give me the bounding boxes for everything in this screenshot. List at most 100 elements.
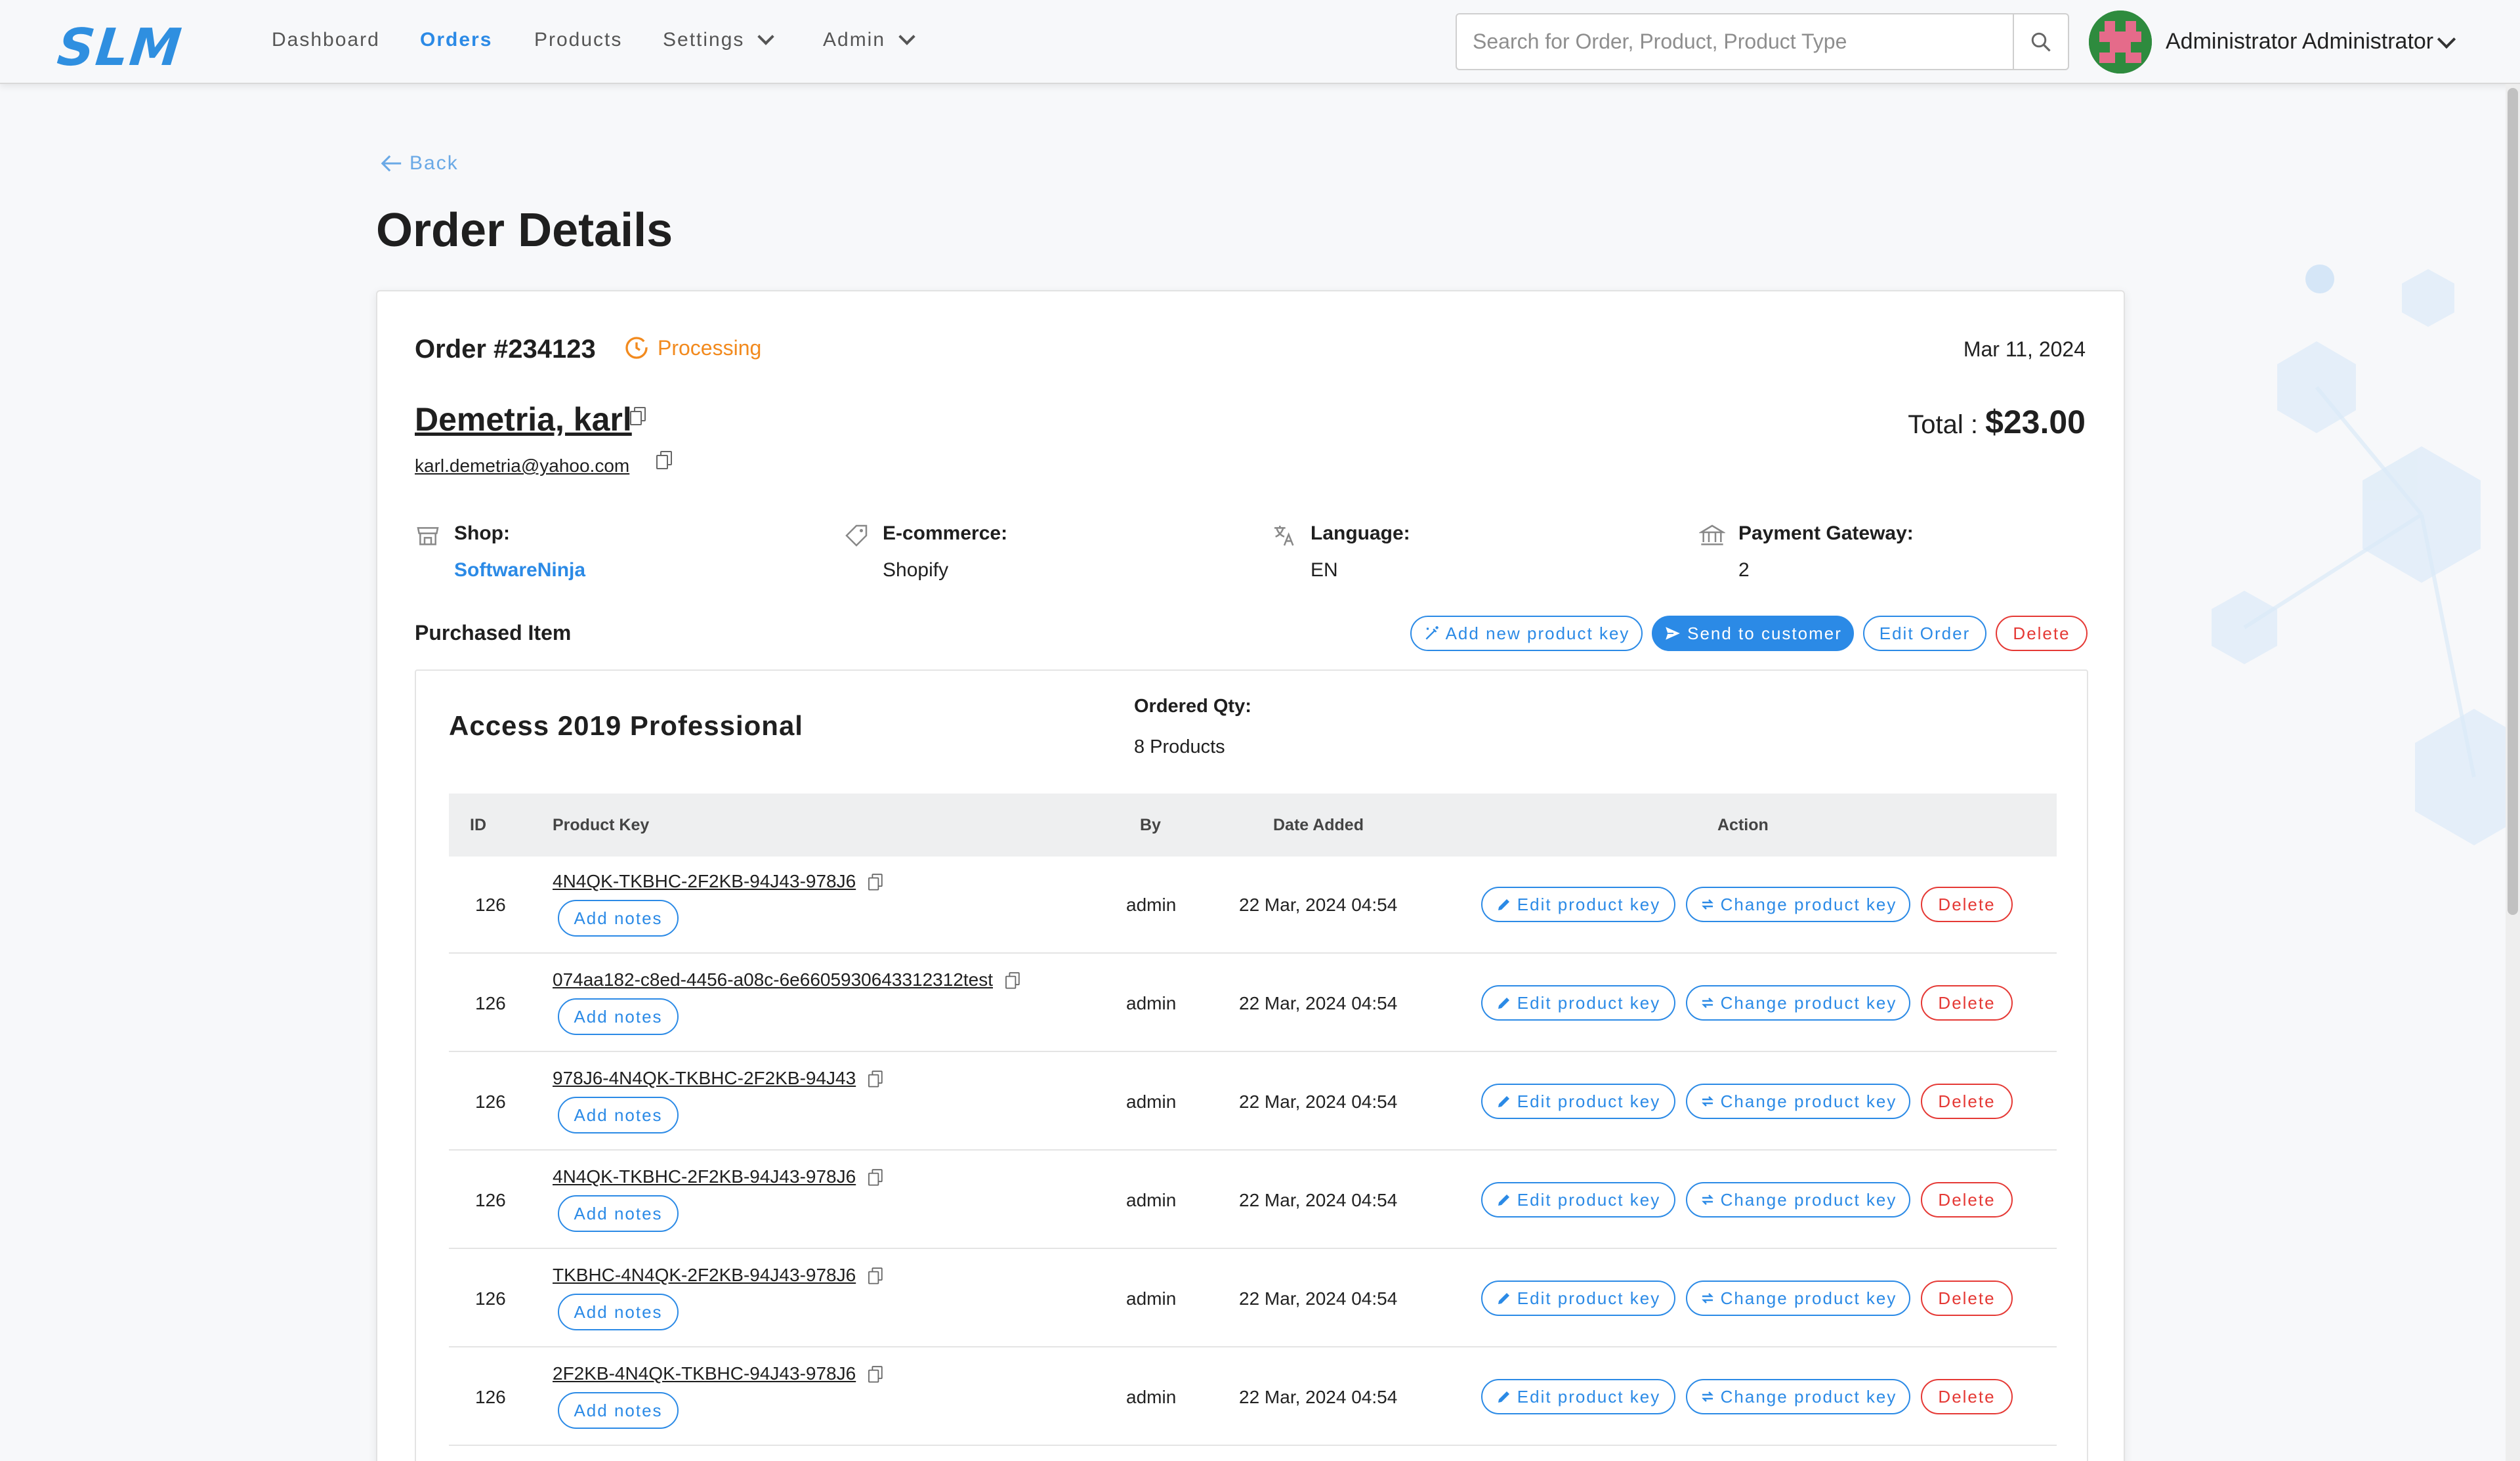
delete-product-key-button[interactable]: Delete — [1921, 887, 2013, 922]
gateway-value: 2 — [1738, 559, 1750, 581]
product-key-text[interactable]: 2F2KB-4N4QK-TKBHC-94J43-978J6 — [553, 1363, 856, 1384]
send-to-customer-button[interactable]: Send to customer — [1652, 616, 1854, 651]
delete-product-key-button[interactable]: Delete — [1921, 985, 2013, 1021]
add-notes-button[interactable]: Add notes — [558, 1392, 679, 1429]
search-button[interactable] — [2013, 14, 2068, 69]
delete-order-label: Delete — [2013, 623, 2070, 643]
edit-product-key-button[interactable]: Edit product key — [1481, 887, 1675, 922]
change-product-key-label: Change product key — [1720, 1386, 1897, 1407]
copy-icon[interactable] — [868, 1070, 883, 1088]
add-product-key-button[interactable]: Add new product key — [1410, 616, 1643, 651]
delete-order-button[interactable]: Delete — [1996, 616, 2088, 651]
delete-product-key-button[interactable]: Delete — [1921, 1281, 2013, 1316]
product-key[interactable]: 978J6-4N4QK-TKBHC-2F2KB-94J43 — [553, 1068, 883, 1089]
delete-product-key-label: Delete — [1938, 1288, 1996, 1308]
product-key-text[interactable]: 4N4QK-TKBHC-2F2KB-94J43-978J6 — [553, 871, 856, 892]
nav-settings[interactable]: Settings — [663, 28, 775, 51]
copy-icon[interactable] — [1005, 972, 1020, 989]
arrow-left-icon — [381, 155, 402, 172]
delete-product-key-button[interactable]: Delete — [1921, 1182, 2013, 1218]
nav-dashboard[interactable]: Dashboard — [272, 29, 380, 51]
change-product-key-button[interactable]: Change product key — [1686, 1084, 1910, 1119]
column-header-id: ID — [470, 816, 486, 834]
scrollbar-thumb[interactable] — [2508, 88, 2518, 915]
edit-product-key-button[interactable]: Edit product key — [1481, 1182, 1675, 1218]
delete-product-key-label: Delete — [1938, 992, 1996, 1013]
product-key-text[interactable]: 978J6-4N4QK-TKBHC-2F2KB-94J43 — [553, 1068, 856, 1089]
copy-icon[interactable] — [868, 1267, 883, 1284]
gateway-label: Payment Gateway: — [1738, 522, 1914, 544]
change-product-key-button[interactable]: Change product key — [1686, 1182, 1910, 1218]
pencil-icon — [1498, 1293, 1509, 1304]
nav-products[interactable]: Products — [534, 29, 622, 51]
language-value: EN — [1311, 559, 1338, 581]
bank-icon — [1699, 524, 1725, 545]
add-notes-label: Add notes — [574, 1302, 663, 1322]
change-product-key-button[interactable]: Change product key — [1686, 887, 1910, 922]
row-by: admin — [1126, 895, 1177, 915]
change-product-key-button[interactable]: Change product key — [1686, 985, 1910, 1021]
add-notes-label: Add notes — [574, 908, 663, 928]
product-key[interactable]: 074aa182-c8ed-4456-a08c-6e66059306433123… — [553, 969, 1020, 990]
add-notes-button[interactable]: Add notes — [558, 998, 679, 1035]
product-key-text[interactable]: 074aa182-c8ed-4456-a08c-6e66059306433123… — [553, 969, 993, 990]
delete-product-key-label: Delete — [1938, 1091, 1996, 1111]
swap-icon — [1701, 1195, 1713, 1205]
app-logo[interactable]: SLM — [54, 18, 185, 77]
row-date-added: 22 Mar, 2024 04:54 — [1239, 993, 1398, 1013]
user-name[interactable]: Administrator Administrator — [2166, 29, 2433, 54]
user-menu-chevron-icon[interactable] — [2437, 30, 2456, 49]
nav-admin[interactable]: Admin — [823, 28, 915, 51]
copy-icon[interactable] — [868, 874, 883, 891]
change-product-key-label: Change product key — [1720, 992, 1897, 1013]
copy-icon[interactable] — [868, 1169, 883, 1186]
nav-orders[interactable]: Orders — [420, 29, 492, 51]
copy-icon[interactable] — [656, 451, 672, 469]
ecommerce-label: E-commerce: — [883, 522, 1008, 544]
edit-product-key-button[interactable]: Edit product key — [1481, 1084, 1675, 1119]
row-id: 126 — [475, 993, 506, 1013]
total-label: Total : — [1908, 410, 1986, 439]
add-notes-button[interactable]: Add notes — [558, 1097, 679, 1133]
product-key[interactable]: TKBHC-4N4QK-2F2KB-94J43-978J6 — [553, 1265, 883, 1286]
back-link[interactable]: Back — [381, 152, 459, 175]
edit-product-key-button[interactable]: Edit product key — [1481, 1281, 1675, 1316]
product-key-text[interactable]: 4N4QK-TKBHC-2F2KB-94J43-978J6 — [553, 1166, 856, 1187]
swap-icon — [1701, 1391, 1713, 1402]
add-notes-button[interactable]: Add notes — [558, 900, 679, 937]
delete-product-key-button[interactable]: Delete — [1921, 1084, 2013, 1119]
product-key-text[interactable]: TKBHC-4N4QK-2F2KB-94J43-978J6 — [553, 1265, 856, 1286]
copy-icon[interactable] — [630, 407, 646, 425]
search-input[interactable] — [1457, 14, 2013, 69]
shop-link[interactable]: SoftwareNinja — [454, 559, 585, 582]
order-total: Total : $23.00 — [1908, 403, 2086, 441]
add-notes-button[interactable]: Add notes — [558, 1195, 679, 1232]
product-key[interactable]: 4N4QK-TKBHC-2F2KB-94J43-978J6 — [553, 871, 883, 892]
customer-name[interactable]: Demetria, karl — [415, 400, 632, 438]
product-key[interactable]: 2F2KB-4N4QK-TKBHC-94J43-978J6 — [553, 1363, 883, 1384]
edit-product-key-label: Edit product key — [1517, 1091, 1661, 1111]
add-notes-button[interactable]: Add notes — [558, 1294, 679, 1330]
edit-product-key-button[interactable]: Edit product key — [1481, 985, 1675, 1021]
row-id: 126 — [475, 1190, 506, 1210]
edit-order-label: Edit Order — [1879, 623, 1971, 643]
delete-product-key-button[interactable]: Delete — [1921, 1379, 2013, 1414]
customer-email[interactable]: karl.demetria@yahoo.com — [415, 455, 629, 476]
change-product-key-button[interactable]: Change product key — [1686, 1281, 1910, 1316]
edit-product-key-button[interactable]: Edit product key — [1481, 1379, 1675, 1414]
add-notes-label: Add notes — [574, 1203, 663, 1223]
search-icon — [2031, 32, 2051, 52]
chevron-down-icon — [757, 28, 775, 45]
table-row: 126 2F2KB-4N4QK-TKBHC-94J43-978J6 Add no… — [449, 1349, 2057, 1446]
product-key[interactable]: 4N4QK-TKBHC-2F2KB-94J43-978J6 — [553, 1166, 883, 1187]
row-id: 126 — [475, 1387, 506, 1407]
nav-dashboard-label: Dashboard — [272, 29, 380, 51]
copy-icon[interactable] — [868, 1366, 883, 1383]
edit-order-button[interactable]: Edit Order — [1863, 616, 1986, 651]
avatar[interactable] — [2089, 11, 2152, 74]
store-icon — [417, 527, 439, 545]
change-product-key-button[interactable]: Change product key — [1686, 1379, 1910, 1414]
nav-orders-label: Orders — [420, 29, 493, 51]
language-label: Language: — [1311, 522, 1410, 544]
change-product-key-label: Change product key — [1720, 1189, 1897, 1210]
